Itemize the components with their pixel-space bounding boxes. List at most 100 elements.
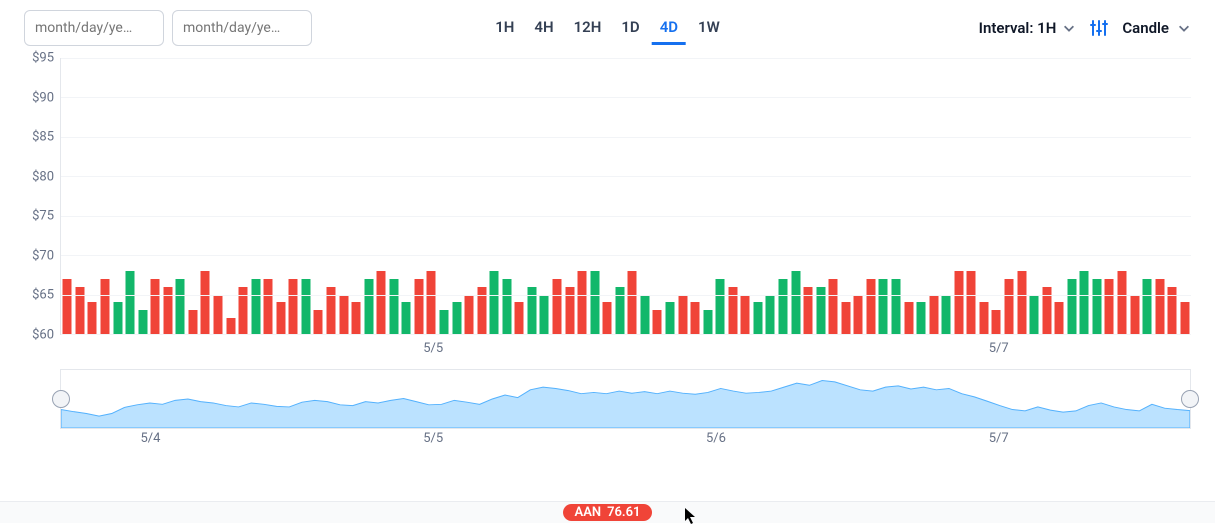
volume-bar: [176, 279, 185, 334]
volume-bar: [63, 279, 72, 334]
volume-bar: [741, 295, 750, 334]
chart-plot[interactable]: [60, 58, 1191, 335]
volume-bar: [490, 271, 499, 334]
sliders-icon[interactable]: [1090, 19, 1108, 37]
x-tick: 5/7: [989, 341, 1009, 356]
volume-bar: [691, 302, 700, 334]
volume-bar: [188, 310, 197, 334]
volume-bar: [452, 302, 461, 334]
volume-bar: [414, 279, 423, 334]
volume-bar: [640, 295, 649, 334]
y-axis: $95$90$85$80$75$70$65$60: [18, 58, 60, 335]
date-to-input[interactable]: [172, 10, 312, 46]
volume-bar: [465, 295, 474, 334]
chart-type-label: Candle: [1122, 19, 1169, 37]
volume-bar: [352, 302, 361, 334]
timeframe-12H[interactable]: 12H: [566, 12, 610, 45]
timeframe-1W[interactable]: 1W: [690, 12, 728, 45]
volume-bar: [100, 279, 109, 334]
navigator-x-tick: 5/7: [989, 431, 1009, 446]
timeframe-4H[interactable]: 4H: [526, 12, 561, 45]
x-tick: 5/5: [423, 341, 443, 356]
ticker-price: 76.61: [607, 505, 640, 520]
interval-label: Interval: 1H: [979, 19, 1057, 37]
volume-bar: [578, 271, 587, 334]
navigator-area-chart: [61, 370, 1190, 428]
volume-bar: [1117, 271, 1126, 334]
chart-controls: Interval: 1H Candle: [979, 19, 1191, 37]
volume-bar: [427, 271, 436, 334]
volume-bar: [1092, 279, 1101, 334]
volume-bar: [502, 279, 511, 334]
volume-bar: [942, 295, 951, 334]
chevron-down-icon: [1177, 21, 1191, 35]
volume-bar: [1105, 279, 1114, 334]
navigator-handle-right[interactable]: [1181, 390, 1199, 408]
volume-bar: [1055, 302, 1064, 334]
volume-bar: [1130, 295, 1139, 334]
navigator-x-tick: 5/5: [423, 431, 443, 446]
y-tick: $65: [32, 288, 54, 303]
volume-bar: [389, 279, 398, 334]
volume-bar: [126, 271, 135, 334]
volume-bar: [917, 302, 926, 334]
volume-bar: [402, 302, 411, 334]
volume-bar: [88, 302, 97, 334]
interval-select[interactable]: Interval: 1H: [979, 19, 1077, 37]
volume-bar: [904, 302, 913, 334]
volume-bar: [854, 295, 863, 334]
volume-bar: [138, 310, 147, 334]
volume-bar: [829, 279, 838, 334]
toolbar: 1H4H12H1D4D1W Interval: 1H Candle: [0, 0, 1215, 58]
volume-bar: [891, 279, 900, 334]
chart-type-select[interactable]: Candle: [1122, 19, 1191, 37]
volume-bar: [1180, 302, 1189, 334]
volume-bar: [954, 271, 963, 334]
volume-bar: [251, 279, 260, 334]
footer-bar: AAN 76.61: [0, 501, 1215, 523]
volume-bar: [377, 271, 386, 334]
volume-bar: [1017, 271, 1026, 334]
volume-bar: [151, 279, 160, 334]
volume-bar: [992, 310, 1001, 334]
volume-bar: [1155, 279, 1164, 334]
volume-bar: [841, 302, 850, 334]
price-chart[interactable]: $95$90$85$80$75$70$65$60 5/55/7: [18, 58, 1191, 363]
volume-bar: [879, 279, 888, 334]
ticker-pill[interactable]: AAN 76.61: [563, 504, 653, 521]
volume-bar: [264, 279, 273, 334]
volume-bar: [678, 295, 687, 334]
volume-bar: [791, 271, 800, 334]
volume-bar: [703, 310, 712, 334]
volume-bar: [1143, 279, 1152, 334]
navigator-x-tick: 5/6: [706, 431, 726, 446]
volume-bar: [753, 302, 762, 334]
timeframe-1D[interactable]: 1D: [613, 12, 647, 45]
volume-bar: [866, 279, 875, 334]
volume-bar: [213, 295, 222, 334]
volume-bar: [1004, 279, 1013, 334]
navigator-x-axis: 5/4 5/5 5/6 5/7: [60, 431, 1191, 453]
y-tick: $85: [32, 130, 54, 145]
navigator-x-tick: 5/4: [140, 431, 160, 446]
volume-bar: [339, 295, 348, 334]
timeframe-4D[interactable]: 4D: [652, 12, 686, 45]
volume-bar: [1030, 295, 1039, 334]
volume-bar: [276, 302, 285, 334]
cursor-icon: [684, 507, 698, 525]
y-tick: $80: [32, 169, 54, 184]
volume-bar: [1067, 279, 1076, 334]
volume-bar: [665, 302, 674, 334]
range-navigator[interactable]: [60, 369, 1191, 429]
timeframe-1H[interactable]: 1H: [487, 12, 522, 45]
volume-bar: [929, 295, 938, 334]
y-tick: $75: [32, 209, 54, 224]
date-from-input[interactable]: [24, 10, 164, 46]
chevron-down-icon: [1062, 21, 1076, 35]
volume-bar: [628, 271, 637, 334]
navigator-handle-left[interactable]: [52, 390, 70, 408]
y-tick: $70: [32, 248, 54, 263]
volume-bar: [289, 279, 298, 334]
volume-bar: [301, 279, 310, 334]
volume-bar: [967, 271, 976, 334]
